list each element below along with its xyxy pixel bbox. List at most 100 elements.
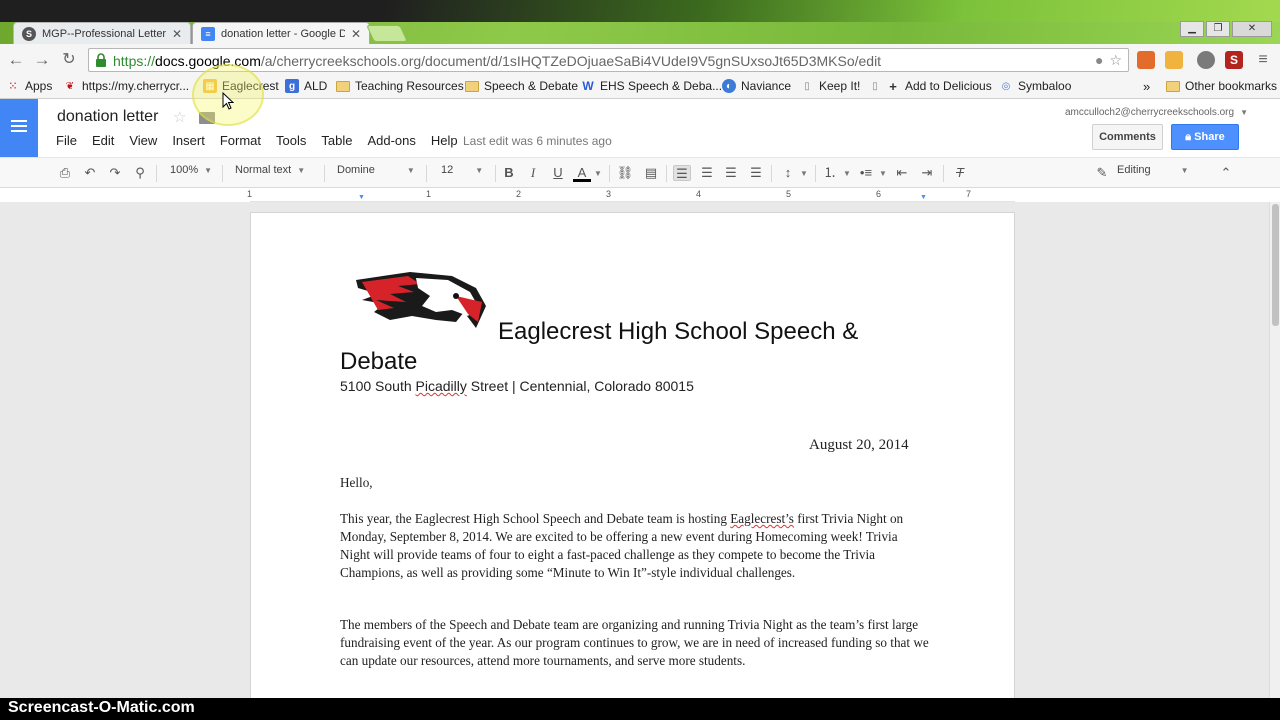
scrollbar-thumb[interactable]: [1272, 204, 1279, 326]
document-title[interactable]: donation letter: [57, 108, 158, 126]
line-spacing-icon[interactable]: ↕: [779, 165, 797, 181]
extension-trophy-icon[interactable]: [1165, 51, 1183, 69]
maximize-icon[interactable]: ❐: [1206, 21, 1230, 37]
comment-icon[interactable]: ▤: [642, 165, 660, 181]
account-menu[interactable]: amcculloch2@cherrycreekschools.org ▼: [1065, 107, 1248, 118]
letter-date[interactable]: August 20, 2014: [809, 437, 909, 454]
extension-icon[interactable]: ●: [1095, 52, 1103, 69]
menu-format[interactable]: Format: [220, 133, 261, 148]
bookmark-teaching-resources[interactable]: Teaching Resources: [336, 79, 464, 93]
last-edit-status[interactable]: Last edit was 6 minutes ago: [463, 134, 612, 148]
window-controls: ▁ ❐ ✕: [1180, 21, 1272, 37]
font-select[interactable]: Domine ▼: [337, 164, 415, 176]
reload-icon[interactable]: ↻: [59, 50, 79, 70]
share-button[interactable]: 🔒︎ Share: [1171, 124, 1239, 150]
menu-tools[interactable]: Tools: [276, 133, 306, 148]
line-spacing-dropdown[interactable]: ▼: [800, 167, 808, 179]
bookmark-add-to-delicious[interactable]: + Add to Delicious: [886, 78, 992, 94]
undo-icon[interactable]: ↶: [81, 165, 99, 181]
decrease-indent-icon[interactable]: ⇤: [893, 165, 911, 181]
increase-indent-icon[interactable]: ⇥: [918, 165, 936, 181]
numbered-list-dropdown[interactable]: ▼: [843, 167, 851, 179]
letter-greeting[interactable]: Hello,: [340, 474, 930, 492]
menu-view[interactable]: View: [129, 133, 157, 148]
extension-wrench-icon[interactable]: [1197, 51, 1215, 69]
italic-icon[interactable]: I: [524, 165, 542, 181]
vertical-scrollbar[interactable]: [1269, 202, 1280, 698]
menu-help[interactable]: Help: [431, 133, 458, 148]
bookmark-symbaloo[interactable]: ◎ Symbaloo: [999, 79, 1072, 93]
menu-icon[interactable]: ≡: [1253, 50, 1273, 70]
align-right-icon[interactable]: ☰: [722, 165, 740, 181]
font-size-select[interactable]: 12 ▼: [441, 164, 483, 176]
paint-format-icon[interactable]: ⚲: [131, 165, 149, 181]
align-left-icon[interactable]: ☰: [673, 165, 691, 181]
folder-icon: [465, 80, 479, 92]
eagle-logo-image[interactable]: [352, 266, 494, 338]
link-icon[interactable]: ⛓: [616, 165, 634, 181]
docs-menubar: File Edit View Insert Format Tools Table…: [56, 133, 473, 148]
redo-icon[interactable]: ↷: [106, 165, 124, 181]
print-icon[interactable]: ⎙: [56, 165, 74, 181]
symbaloo-icon: ◎: [1001, 80, 1011, 92]
lock-icon: [96, 53, 106, 67]
misspelled-word: Picadilly: [415, 378, 467, 394]
menu-edit[interactable]: Edit: [92, 133, 114, 148]
bookmark-speech-debate[interactable]: Speech & Debate: [465, 79, 578, 93]
browser-tab-donation-letter[interactable]: ≡ donation letter - Google D ✕: [192, 22, 370, 44]
menu-insert[interactable]: Insert: [172, 133, 205, 148]
close-window-icon[interactable]: ✕: [1232, 21, 1272, 37]
bulleted-list-icon[interactable]: •≡: [857, 165, 875, 181]
star-icon[interactable]: ☆: [173, 108, 186, 126]
apps-grid-icon: ⁙: [8, 80, 18, 92]
bookmark-keep-it[interactable]: ▯ Keep It!: [800, 79, 860, 93]
letter-paragraph-1[interactable]: This year, the Eaglecrest High School Sp…: [340, 510, 930, 582]
letter-paragraph-2[interactable]: The members of the Speech and Debate tea…: [340, 616, 930, 670]
style-select[interactable]: Normal text ▼: [235, 164, 305, 176]
letterhead-title-line1[interactable]: Eaglecrest High School Speech &: [498, 318, 858, 346]
docs-favicon-icon: ≡: [201, 26, 215, 41]
zoom-select[interactable]: 100% ▼: [170, 164, 212, 176]
collapse-menu-icon[interactable]: ⌃: [1217, 165, 1235, 181]
numbered-list-icon[interactable]: ⒈: [821, 165, 839, 181]
comments-button[interactable]: Comments: [1092, 124, 1163, 150]
menu-table[interactable]: Table: [321, 133, 352, 148]
text-color-dropdown[interactable]: ▼: [594, 167, 602, 179]
editing-mode-select[interactable]: Editing ▼: [1117, 164, 1189, 176]
bookmark-ehs-speech-debate[interactable]: W EHS Speech & Deba...: [581, 79, 722, 93]
menu-add-ons[interactable]: Add-ons: [367, 133, 415, 148]
bookmark-ald[interactable]: g ALD: [285, 79, 327, 93]
plus-icon: +: [889, 78, 897, 94]
bold-icon[interactable]: B: [500, 165, 518, 181]
tab-close-icon[interactable]: ✕: [351, 27, 361, 41]
ruler[interactable]: 1 ▼ 1 2 3 4 5 6 ▼ 7: [247, 188, 1015, 202]
letterhead-title-line2[interactable]: Debate: [340, 348, 417, 376]
left-indent-icon[interactable]: ▼: [358, 194, 365, 201]
new-tab-button[interactable]: [366, 25, 408, 42]
bookmark-other-bookmarks[interactable]: Other bookmarks: [1166, 79, 1277, 93]
bookmark-apps[interactable]: ⁙ Apps: [6, 79, 53, 93]
extension-s-icon[interactable]: S: [1225, 51, 1243, 69]
docs-home-button[interactable]: [0, 99, 38, 157]
align-center-icon[interactable]: ☰: [698, 165, 716, 181]
minimize-icon[interactable]: ▁: [1180, 21, 1204, 37]
back-arrow-icon[interactable]: ←: [6, 50, 26, 70]
tab-close-icon[interactable]: ✕: [172, 27, 182, 41]
right-indent-icon[interactable]: ▼: [920, 194, 927, 201]
bookmark-my-cherrycreek[interactable]: ❦ https://my.cherrycr...: [63, 79, 189, 93]
bookmark-star-icon[interactable]: ☆: [1109, 52, 1122, 69]
text-color-icon[interactable]: A: [573, 165, 591, 182]
browser-tab-mgp[interactable]: S MGP--Professional Letter ✕: [13, 22, 191, 44]
underline-icon[interactable]: U: [549, 165, 567, 181]
bookmark-untitled[interactable]: ▯: [868, 79, 887, 93]
letterhead-address[interactable]: 5100 South Picadilly Street | Centennial…: [340, 378, 694, 394]
bulleted-list-dropdown[interactable]: ▼: [879, 167, 887, 179]
recording-watermark: Screencast-O-Matic.com: [8, 699, 195, 716]
forward-arrow-icon[interactable]: →: [32, 50, 52, 70]
bookmarks-overflow-button[interactable]: »: [1143, 79, 1150, 94]
extension-bookmark-icon[interactable]: [1137, 51, 1155, 69]
bookmark-naviance[interactable]: ◐ Naviance: [722, 79, 791, 93]
menu-file[interactable]: File: [56, 133, 77, 148]
clear-formatting-icon[interactable]: T: [951, 165, 969, 181]
justify-icon[interactable]: ☰: [747, 165, 765, 181]
